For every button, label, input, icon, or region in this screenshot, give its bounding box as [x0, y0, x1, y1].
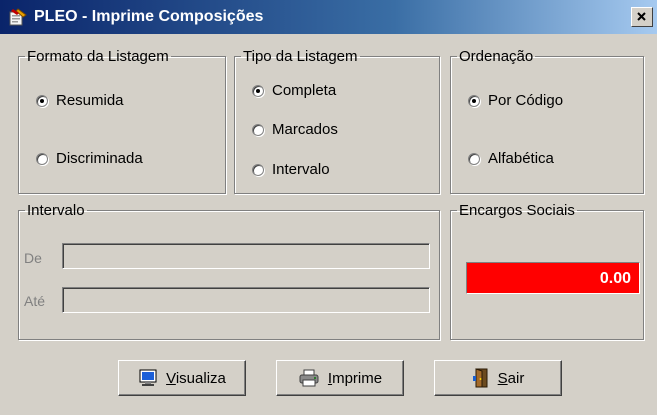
radio-indicator: [36, 94, 48, 107]
visualiza-label: Visualiza: [166, 369, 226, 387]
radio-alfabetica[interactable]: Alfabética: [468, 150, 554, 167]
ordenacao-group: Ordenação: [450, 48, 644, 194]
encargos-legend: Encargos Sociais: [459, 202, 575, 219]
radio-marcados[interactable]: Marcados: [252, 121, 338, 138]
encargos-value: 0.00: [466, 262, 640, 294]
de-field[interactable]: [62, 243, 430, 269]
radio-indicator: [252, 123, 264, 136]
radio-resumida[interactable]: Resumida: [36, 92, 124, 109]
radio-label: Marcados: [272, 121, 338, 138]
radio-indicator: [468, 94, 480, 107]
close-icon: [637, 12, 646, 21]
radio-indicator: [36, 152, 48, 165]
radio-discriminada[interactable]: Discriminada: [36, 150, 143, 167]
window-title: PLEO - Imprime Composições: [34, 8, 264, 25]
radio-intervalo[interactable]: Intervalo: [252, 161, 330, 178]
ordenacao-legend: Ordenação: [459, 48, 534, 65]
radio-completa[interactable]: Completa: [252, 82, 336, 99]
radio-indicator: [468, 152, 480, 165]
monitor-icon: [139, 369, 157, 386]
formato-group: Formato da Listagem: [18, 48, 226, 194]
radio-por-codigo[interactable]: Por Código: [468, 92, 563, 109]
ate-label: Até: [24, 293, 46, 309]
imprime-label: Imprime: [327, 369, 383, 387]
radio-label: Resumida: [56, 92, 124, 109]
title-bar: PLEO - Imprime Composições: [0, 0, 657, 34]
radio-indicator: [252, 163, 264, 176]
radio-label: Alfabética: [488, 150, 554, 167]
intervalo-group: Intervalo: [18, 202, 440, 340]
ate-field[interactable]: [62, 287, 430, 313]
door-icon: [472, 368, 488, 388]
close-button[interactable]: [631, 7, 653, 27]
app-icon: [9, 8, 27, 26]
printer-icon: [299, 369, 319, 387]
radio-label: Completa: [272, 82, 337, 99]
radio-indicator: [252, 84, 264, 97]
radio-label: Por Código: [488, 92, 564, 109]
visualiza-button[interactable]: Visualiza: [118, 360, 246, 396]
formato-legend: Formato da Listagem: [27, 48, 169, 65]
de-label: De: [24, 250, 42, 266]
sair-label: Sair: [497, 369, 525, 387]
radio-label: Discriminada: [56, 150, 143, 167]
tipo-legend: Tipo da Listagem: [243, 48, 358, 65]
intervalo-legend: Intervalo: [27, 202, 85, 219]
sair-button[interactable]: Sair: [434, 360, 562, 396]
imprime-button[interactable]: Imprime: [276, 360, 404, 396]
radio-label: Intervalo: [272, 161, 330, 178]
